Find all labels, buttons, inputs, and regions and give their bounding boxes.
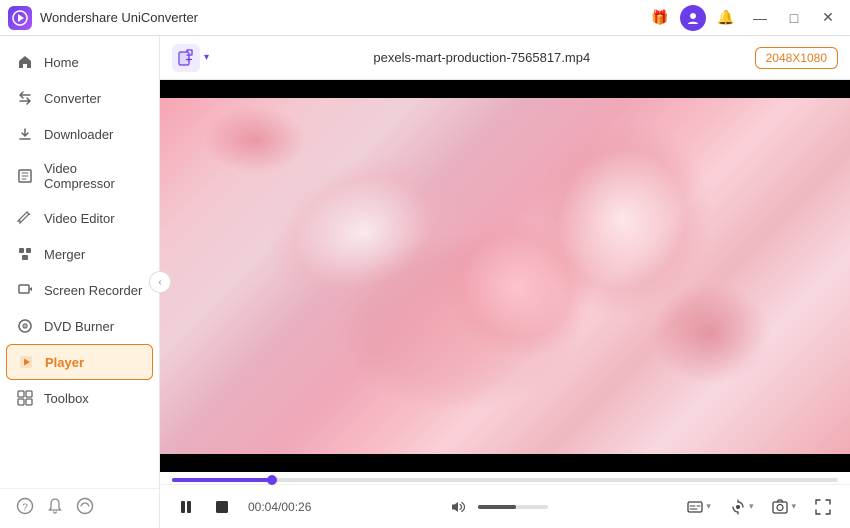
letterbox-top bbox=[160, 80, 850, 98]
add-file-icon bbox=[172, 44, 200, 72]
snapshot-chevron: ▾ bbox=[791, 501, 796, 512]
sidebar-item-merger[interactable]: Merger bbox=[0, 236, 159, 272]
video-frame bbox=[160, 80, 850, 472]
letterbox-bottom bbox=[160, 454, 850, 472]
sidebar-item-label: Downloader bbox=[44, 127, 113, 142]
sidebar-item-downloader[interactable]: Downloader bbox=[0, 116, 159, 152]
main-content: ▾ pexels-mart-production-7565817.mp4 204… bbox=[160, 36, 850, 528]
sidebar-item-dvd-burner[interactable]: DVD Burner bbox=[0, 308, 159, 344]
right-controls: ▾ ▾ ▾ bbox=[680, 494, 838, 520]
home-icon bbox=[16, 53, 34, 71]
sidebar-item-video-editor[interactable]: Video Editor bbox=[0, 200, 159, 236]
sidebar-item-label: Screen Recorder bbox=[44, 283, 142, 298]
snapshot-button[interactable]: ▾ bbox=[765, 494, 802, 520]
caption-button[interactable]: ▾ bbox=[680, 494, 717, 520]
video-container bbox=[160, 80, 850, 472]
time-total: 00:26 bbox=[281, 500, 311, 514]
sidebar-item-label: Toolbox bbox=[44, 391, 89, 406]
resolution-badge[interactable]: 2048X1080 bbox=[755, 47, 838, 69]
editor-icon bbox=[16, 209, 34, 227]
sidebar-item-player[interactable]: Player bbox=[6, 344, 153, 380]
recorder-icon bbox=[16, 281, 34, 299]
add-chevron: ▾ bbox=[204, 52, 209, 63]
notification-icon[interactable] bbox=[46, 497, 64, 520]
sidebar-bottom: ? bbox=[0, 488, 159, 528]
app-logo bbox=[8, 6, 32, 30]
svg-text:?: ? bbox=[22, 503, 28, 514]
compressor-icon bbox=[16, 167, 34, 185]
app-body: Home Converter Downloader Video Compress… bbox=[0, 36, 850, 528]
fullscreen-button[interactable] bbox=[808, 494, 838, 520]
sidebar-item-label: Video Editor bbox=[44, 211, 115, 226]
stop-button[interactable] bbox=[208, 493, 236, 521]
pause-button[interactable] bbox=[172, 493, 200, 521]
sidebar-item-toolbox[interactable]: Toolbox bbox=[0, 380, 159, 416]
file-name: pexels-mart-production-7565817.mp4 bbox=[217, 50, 747, 65]
downloader-icon bbox=[16, 125, 34, 143]
titlebar-controls: 🎁 🔔 — □ ✕ bbox=[646, 4, 842, 32]
audio-button[interactable]: ▾ bbox=[723, 494, 760, 520]
maximize-button[interactable]: □ bbox=[780, 4, 808, 32]
volume-icon[interactable] bbox=[444, 493, 472, 521]
progress-area bbox=[160, 472, 850, 484]
time-display: 00:04/00:26 bbox=[248, 500, 311, 514]
sidebar: Home Converter Downloader Video Compress… bbox=[0, 36, 160, 528]
gift-icon[interactable]: 🎁 bbox=[646, 4, 674, 32]
bell-icon[interactable]: 🔔 bbox=[712, 4, 740, 32]
add-file-button[interactable]: ▾ bbox=[172, 44, 209, 72]
dvd-icon bbox=[16, 317, 34, 335]
time-current: 00:04 bbox=[248, 500, 278, 514]
toolbox-icon bbox=[16, 389, 34, 407]
player-toolbar: ▾ pexels-mart-production-7565817.mp4 204… bbox=[160, 36, 850, 80]
user-avatar[interactable] bbox=[680, 5, 706, 31]
feedback-icon[interactable] bbox=[76, 497, 94, 520]
sidebar-item-screen-recorder[interactable]: Screen Recorder bbox=[0, 272, 159, 308]
sidebar-nav: Home Converter Downloader Video Compress… bbox=[0, 36, 159, 488]
title-bar: Wondershare UniConverter 🎁 🔔 — □ ✕ bbox=[0, 0, 850, 36]
sidebar-item-converter[interactable]: Converter bbox=[0, 80, 159, 116]
converter-icon bbox=[16, 89, 34, 107]
volume-area bbox=[444, 493, 548, 521]
progress-thumb[interactable] bbox=[267, 475, 277, 485]
player-icon bbox=[17, 353, 35, 371]
sidebar-item-home[interactable]: Home bbox=[0, 44, 159, 80]
controls-bar: 00:04/00:26 ▾ bbox=[160, 484, 850, 528]
close-button[interactable]: ✕ bbox=[814, 4, 842, 32]
volume-slider[interactable] bbox=[478, 505, 548, 509]
smoke-dark-1 bbox=[195, 100, 315, 180]
caption-chevron: ▾ bbox=[706, 501, 711, 512]
app-title: Wondershare UniConverter bbox=[40, 10, 646, 25]
sidebar-collapse-button[interactable]: ‹ bbox=[149, 271, 171, 293]
audio-chevron: ▾ bbox=[749, 501, 754, 512]
minimize-button[interactable]: — bbox=[746, 4, 774, 32]
sidebar-item-label: Merger bbox=[44, 247, 85, 262]
sidebar-item-video-compressor[interactable]: Video Compressor bbox=[0, 152, 159, 200]
progress-fill bbox=[172, 478, 272, 482]
merger-icon bbox=[16, 245, 34, 263]
sidebar-item-label: Converter bbox=[44, 91, 101, 106]
sidebar-item-label: DVD Burner bbox=[44, 319, 114, 334]
help-icon[interactable]: ? bbox=[16, 497, 34, 520]
progress-bar[interactable] bbox=[172, 478, 838, 482]
sidebar-item-label: Player bbox=[45, 355, 84, 370]
sidebar-item-label: Video Compressor bbox=[44, 161, 143, 191]
smoke-dark-2 bbox=[641, 274, 781, 394]
sidebar-item-label: Home bbox=[44, 55, 79, 70]
volume-fill bbox=[478, 505, 517, 509]
